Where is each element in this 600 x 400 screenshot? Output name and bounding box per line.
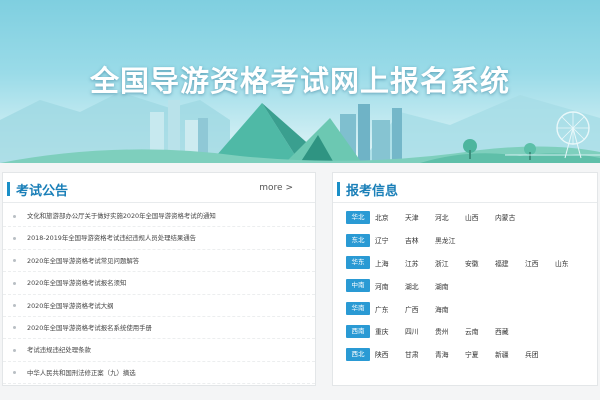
- province-link[interactable]: 陕西: [375, 349, 405, 359]
- registration-panel: 报考信息 华北 北京 天津 河北 山西 内蒙古 东北 辽宁 吉林 黑龙江 华东 …: [332, 172, 598, 386]
- notice-item[interactable]: 2020年全国导游资格考试常见问题解答: [3, 250, 315, 273]
- notice-item-text: 考试违规违纪处理条款: [27, 346, 91, 355]
- region-row-xinan: 西南 重庆 四川 贵州 云南 西藏: [333, 320, 597, 343]
- province-link[interactable]: 天津: [405, 212, 435, 222]
- province-link[interactable]: 西藏: [495, 326, 525, 336]
- province-link[interactable]: 河南: [375, 281, 405, 291]
- notice-list: 文化和旅游部办公厅关于做好实施2020年全国导游资格考试的通知 2018-201…: [3, 205, 315, 385]
- province-link[interactable]: 黑龙江: [435, 235, 465, 245]
- province-link[interactable]: 福建: [495, 258, 525, 268]
- province-link[interactable]: 湖北: [405, 281, 435, 291]
- province-link[interactable]: 辽宁: [375, 235, 405, 245]
- notice-item-text: 2020年全国导游资格考试报名须知: [27, 279, 127, 288]
- notice-panel-title: 考试公告: [16, 184, 69, 199]
- bullet-icon: [13, 326, 16, 330]
- province-link[interactable]: 广西: [405, 304, 435, 314]
- province-link[interactable]: 山西: [465, 212, 495, 222]
- region-row-dongbei: 东北 辽宁 吉林 黑龙江: [333, 229, 597, 252]
- region-row-huadong: 华东 上海 江苏 浙江 安徽 福建 江西 山东: [333, 252, 597, 275]
- bullet-icon: [13, 259, 16, 263]
- province-link[interactable]: 广东: [375, 304, 405, 314]
- province-link[interactable]: 浙江: [435, 258, 465, 268]
- notice-panel-header: 考试公告 more >: [3, 173, 315, 203]
- province-link[interactable]: 宁夏: [465, 349, 495, 359]
- region-row-zhongnan: 中南 河南 湖北 湖南: [333, 274, 597, 297]
- bullet-icon: [13, 236, 16, 240]
- page-title: 全国导游资格考试网上报名系统: [89, 64, 510, 98]
- bullet-icon: [13, 371, 16, 375]
- province-link[interactable]: 江西: [525, 258, 555, 268]
- notice-panel: 考试公告 more > 文化和旅游部办公厅关于做好实施2020年全国导游资格考试…: [2, 172, 316, 386]
- region-row-xibei: 西北 陕西 甘肃 青海 宁夏 新疆 兵团: [333, 343, 597, 366]
- province-link[interactable]: 新疆: [495, 349, 525, 359]
- province-link[interactable]: 兵团: [525, 349, 555, 359]
- province-link[interactable]: 北京: [375, 212, 405, 222]
- province-link[interactable]: 贵州: [435, 326, 465, 336]
- notice-item-text: 文化和旅游部办公厅关于做好实施2020年全国导游资格考试的通知: [27, 212, 216, 220]
- province-link[interactable]: 河北: [435, 212, 465, 222]
- notice-item[interactable]: 2020年全国导游资格考试大纲: [3, 295, 315, 317]
- region-badge: 东北: [346, 233, 370, 247]
- notice-item[interactable]: 文化和旅游部办公厅关于做好实施2020年全国导游资格考试的通知: [3, 205, 315, 228]
- more-link[interactable]: more >: [259, 183, 293, 193]
- bullet-icon: [13, 348, 16, 352]
- notice-item-text: 2018-2019年全国导游资格考试违纪违规人员处理结果通告: [27, 234, 197, 243]
- province-link[interactable]: 吉林: [405, 235, 435, 245]
- notice-item-text: 中华人民共和国刑法修正案（九）摘选: [27, 368, 136, 377]
- province-link[interactable]: 云南: [465, 326, 495, 336]
- region-row-huabei: 华北 北京 天津 河北 山西 内蒙古: [333, 206, 597, 229]
- region-badge: 中南: [346, 279, 370, 293]
- registration-panel-header: 报考信息: [333, 173, 597, 203]
- region-row-huanan: 华南 广东 广西 海南: [333, 297, 597, 320]
- province-link[interactable]: 重庆: [375, 326, 405, 336]
- region-badge: 华北: [346, 210, 370, 224]
- bullet-icon: [13, 304, 16, 308]
- bullet-icon: [13, 281, 16, 285]
- province-link[interactable]: 海南: [435, 304, 465, 314]
- province-link[interactable]: 四川: [405, 326, 435, 336]
- province-link[interactable]: 内蒙古: [495, 212, 525, 222]
- notice-item-text: 2020年全国导游资格考试常见问题解答: [27, 256, 140, 265]
- region-badge: 华东: [346, 256, 370, 270]
- region-badge: 西北: [346, 347, 370, 361]
- notice-item[interactable]: 2018-2019年全国导游资格考试违纪违规人员处理结果通告: [3, 227, 315, 250]
- province-link[interactable]: 江苏: [405, 258, 435, 268]
- notice-item[interactable]: 中华人民共和国刑法修正案（九）摘选: [3, 362, 315, 385]
- title-accent-bar: [7, 182, 10, 196]
- header-banner: 全国导游资格考试网上报名系统: [0, 0, 600, 163]
- registration-panel-title: 报考信息: [346, 184, 399, 199]
- province-link[interactable]: 甘肃: [405, 349, 435, 359]
- region-badge: 西南: [346, 324, 370, 338]
- province-link[interactable]: 山东: [555, 258, 585, 268]
- notice-item[interactable]: 考试违规违纪处理条款: [3, 339, 315, 362]
- title-accent-bar: [337, 182, 340, 196]
- notice-item-text: 2020年全国导游资格考试大纲: [27, 301, 114, 310]
- bullet-icon: [13, 214, 16, 218]
- province-link[interactable]: 青海: [435, 349, 465, 359]
- province-link[interactable]: 湖南: [435, 281, 465, 291]
- province-link[interactable]: 上海: [375, 258, 405, 268]
- province-link[interactable]: 安徽: [465, 258, 495, 268]
- notice-item[interactable]: 2020年全国导游资格考试报名系统使用手册: [3, 317, 315, 340]
- notice-item[interactable]: 2020年全国导游资格考试报名须知: [3, 272, 315, 295]
- region-badge: 华南: [346, 302, 370, 316]
- region-list: 华北 北京 天津 河北 山西 内蒙古 东北 辽宁 吉林 黑龙江 华东 上海 江苏…: [333, 206, 597, 366]
- notice-item-text: 2020年全国导游资格考试报名系统使用手册: [27, 323, 152, 332]
